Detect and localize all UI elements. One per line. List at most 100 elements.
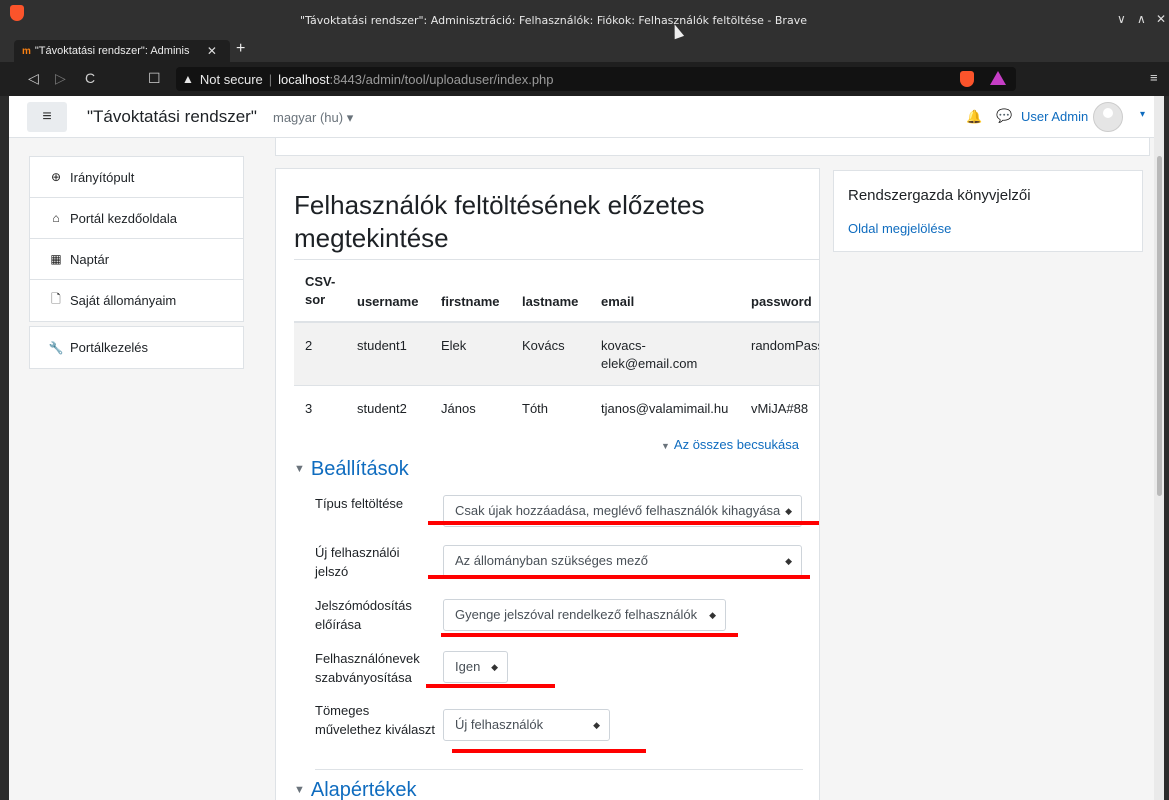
- browser-toolbar: ◁ ▷ C ☐ ▲ Not secure | localhost :8443/a…: [0, 62, 1169, 96]
- annotation-underline: [428, 521, 819, 525]
- sidebar-item-dashboard[interactable]: ⊕ Irányítópult: [30, 157, 243, 198]
- maximize-icon[interactable]: ∧: [1137, 12, 1146, 26]
- column-header: username: [346, 259, 430, 323]
- back-icon[interactable]: ◁: [28, 70, 39, 87]
- warning-icon: ▲: [182, 72, 194, 86]
- avatar[interactable]: [1093, 102, 1123, 132]
- brave-logo-icon: [10, 5, 24, 21]
- table-cell: 3: [294, 384, 346, 430]
- site-navbar: ≡ "Távoktatási rendszer" magyar (hu) ▾ 🔔…: [9, 96, 1164, 138]
- preview-table-container[interactable]: CSV-sor username firstname lastname emai…: [294, 259, 819, 430]
- not-secure-label[interactable]: Not secure: [200, 72, 263, 87]
- sidebar-item-label: Portálkezelés: [70, 340, 149, 355]
- column-header: lastname: [511, 259, 590, 323]
- annotation-underline: [452, 749, 646, 753]
- language-menu[interactable]: magyar (hu) ▾: [273, 110, 353, 126]
- table-cell: vMiJA#88: [740, 384, 819, 430]
- sidebar-item-site-admin[interactable]: 🔧 Portálkezelés: [30, 327, 243, 368]
- column-header: CSV-sor: [294, 259, 346, 323]
- column-header: password: [740, 259, 819, 323]
- column-header: email: [590, 259, 740, 323]
- forward-icon[interactable]: ▷: [55, 70, 66, 87]
- close-window-icon[interactable]: ✕: [1156, 12, 1166, 26]
- annotation-underline: [428, 575, 810, 579]
- page-scrollbar[interactable]: [1154, 96, 1164, 800]
- bulk-select-label: Tömeges művelethez kiválaszt: [315, 703, 435, 737]
- bookmark-icon[interactable]: ☐: [148, 70, 161, 87]
- sidebar-item-label: Naptár: [70, 251, 110, 267]
- url-path: :8443/admin/tool/uploaduser/index.php: [329, 71, 554, 87]
- sidebar-item-private-files[interactable]: 🗋 Saját állományaim: [30, 280, 243, 321]
- brave-rewards-icon[interactable]: [990, 71, 1006, 85]
- sidebar-item-site-home[interactable]: ⌂ Portál kezdőoldala: [30, 198, 243, 239]
- drawer-toggle-button[interactable]: ≡: [27, 102, 67, 132]
- table-cell: kovacs-elek@email.com: [590, 321, 740, 385]
- select-caret-icon: ◆: [709, 610, 716, 620]
- upload-type-value: Csak újak hozzáadása, meglévő felhasznál…: [455, 503, 781, 518]
- admin-bookmarks-block: Rendszergazda könyvjelzői Oldal megjelöl…: [833, 170, 1143, 252]
- home-icon: ⌂: [52, 211, 60, 225]
- select-caret-icon: ◆: [593, 720, 600, 730]
- moodle-favicon-icon: m: [22, 45, 31, 57]
- collapse-all-link[interactable]: ▼ Az összes becsukása: [661, 437, 799, 452]
- site-name-link[interactable]: "Távoktatási rendszer": [87, 107, 257, 127]
- browser-tab[interactable]: m "Távoktatási rendszer": Adminis ✕: [14, 40, 230, 62]
- notification-bell-icon[interactable]: 🔔: [966, 109, 982, 125]
- standardise-usernames-label: Felhasználónevek szabványosítása: [315, 651, 420, 685]
- user-menu-name[interactable]: User Admin: [1021, 109, 1088, 124]
- new-password-select[interactable]: Az állományban szükséges mező ◆: [443, 545, 802, 577]
- browser-menu-icon[interactable]: ≡: [1150, 70, 1158, 85]
- annotation-underline: [441, 633, 738, 637]
- nav-drawer-group-main: ⊕ Irányítópult ⌂ Portál kezdőoldala ▦ Na…: [29, 156, 244, 322]
- select-caret-icon: ◆: [491, 662, 498, 672]
- preview-table: CSV-sor username firstname lastname emai…: [294, 259, 819, 430]
- messages-icon[interactable]: 💬: [996, 108, 1012, 124]
- wrench-icon: 🔧: [48, 340, 64, 355]
- bulk-select-select[interactable]: Új felhasználók ◆: [443, 709, 610, 741]
- section-toggle-icon: ▼: [294, 463, 305, 475]
- force-password-change-value: Gyenge jelszóval rendelkező felhasználók: [455, 607, 698, 622]
- section-divider: [315, 769, 803, 770]
- page-title: Felhasználók feltöltésének előzetes megt…: [294, 190, 705, 253]
- standardise-usernames-select[interactable]: Igen ◆: [443, 651, 508, 683]
- calendar-icon: ▦: [50, 252, 62, 266]
- section-defaults-label: Alapértékek: [310, 779, 417, 800]
- force-password-change-select[interactable]: Gyenge jelszóval rendelkező felhasználók…: [443, 599, 726, 631]
- column-header: firstname: [430, 259, 511, 323]
- sidebar-item-calendar[interactable]: ▦ Naptár: [30, 239, 243, 280]
- section-toggle-icon: ▼: [294, 784, 305, 796]
- upload-type-label: Típus feltöltése: [315, 496, 404, 511]
- section-settings-header[interactable]: ▼ Beállítások: [294, 458, 409, 481]
- select-caret-icon: ◆: [785, 556, 792, 566]
- standardise-usernames-value: Igen: [455, 659, 481, 674]
- user-menu-caret-icon[interactable]: ▾: [1140, 109, 1145, 120]
- url-host: localhost: [278, 71, 330, 87]
- window-titlebar: "Távoktatási rendszer": Adminisztráció: …: [0, 0, 1169, 40]
- page-viewport: ≡ "Távoktatási rendszer" magyar (hu) ▾ 🔔…: [9, 96, 1164, 800]
- table-cell: student1: [346, 321, 430, 385]
- new-password-label: Új felhasználói jelszó: [315, 545, 400, 579]
- reload-icon[interactable]: C: [85, 70, 95, 86]
- main-region: Felhasználók feltöltésének előzetes megt…: [275, 168, 820, 800]
- table-cell: student2: [346, 384, 430, 430]
- section-defaults-header[interactable]: ▼ Alapértékek: [294, 779, 417, 800]
- brave-shields-icon[interactable]: [960, 71, 974, 87]
- scrollbar-thumb[interactable]: [1157, 156, 1162, 496]
- table-cell: Kovács: [511, 321, 590, 385]
- dashboard-icon: ⊕: [50, 170, 62, 184]
- table-row: 2 student1 Elek Kovács kovacs-elek@email…: [294, 321, 819, 385]
- collapse-triangle-icon: ▼: [661, 441, 670, 451]
- new-tab-button[interactable]: +: [236, 40, 245, 58]
- bookmark-page-link[interactable]: Oldal megjelölése: [848, 221, 951, 236]
- sidebar-item-label: Portál kezdőoldala: [70, 210, 177, 226]
- table-cell: 2: [294, 321, 346, 385]
- table-cell: tjanos@valamimail.hu: [590, 384, 740, 430]
- minimize-icon[interactable]: ∨: [1117, 12, 1126, 26]
- table-cell: János: [430, 384, 511, 430]
- section-settings-label: Beállítások: [310, 458, 409, 480]
- annotation-underline: [426, 684, 555, 688]
- tab-title: "Távoktatási rendszer": Adminis: [34, 45, 190, 57]
- bulk-select-value: Új felhasználók: [455, 717, 544, 732]
- address-bar[interactable]: ▲ Not secure | localhost :8443/admin/too…: [176, 67, 1016, 91]
- tab-close-icon[interactable]: ✕: [207, 44, 217, 58]
